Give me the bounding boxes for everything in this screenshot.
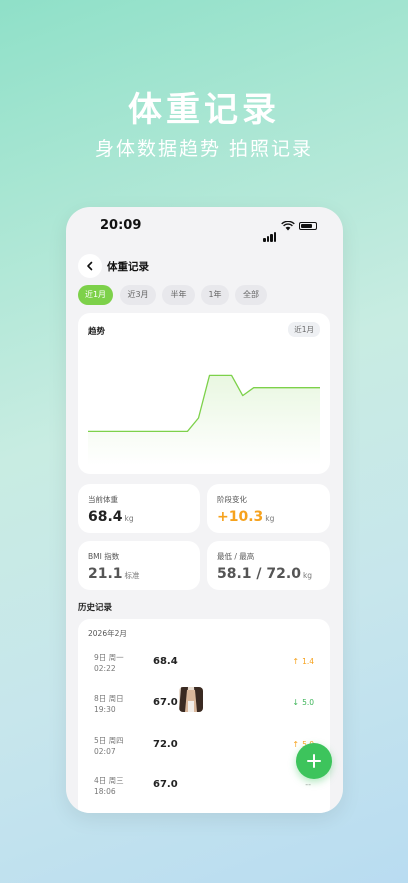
current-weight-value: 68.4 kg <box>88 509 134 525</box>
tab-half-year[interactable]: 半年 <box>162 285 195 305</box>
page-title: 体重记录 <box>107 261 149 273</box>
hero-subtitle: 身体数据趋势 拍照记录 <box>94 138 314 160</box>
signal-icon <box>263 223 277 242</box>
chevron-left-icon <box>87 261 93 271</box>
status-bar: 20:09 <box>66 207 343 245</box>
row-weight: 68.4 <box>153 656 178 667</box>
tab-1-year[interactable]: 1年 <box>201 285 229 305</box>
trend-card: 趋势 近1月 <box>78 313 330 474</box>
tab-3-months[interactable]: 近3月 <box>120 285 156 305</box>
history-row[interactable]: 5日 周四02:07 72.0 ↑5.0 <box>78 735 330 775</box>
trend-title: 趋势 <box>88 327 106 337</box>
bmi-value: 21.1 标准 <box>88 566 140 582</box>
row-date: 9日 周一 02:22 <box>94 653 124 673</box>
tab-all[interactable]: 全部 <box>235 285 267 305</box>
current-weight-label: 当前体重 <box>88 495 118 504</box>
photo-thumbnail[interactable] <box>179 687 203 712</box>
min-max-label: 最低 / 最高 <box>217 552 255 561</box>
trend-chart <box>88 374 320 465</box>
history-title: 历史记录 <box>78 603 113 613</box>
battery-icon <box>299 222 317 230</box>
bmi-card: BMI 指数 21.1 标准 <box>78 541 200 590</box>
row-date: 5日 周四 02:07 <box>94 736 124 756</box>
current-weight-card: 当前体重 68.4 kg <box>78 484 200 533</box>
wifi-icon <box>281 221 295 231</box>
hero-title: 体重记录 <box>128 90 280 130</box>
bmi-label: BMI 指数 <box>88 552 120 561</box>
row-weight: 67.0 <box>153 697 178 708</box>
status-time: 20:09 <box>100 218 142 233</box>
back-button[interactable] <box>78 254 102 278</box>
min-max-card: 最低 / 最高 58.1 / 72.0 kg <box>207 541 330 590</box>
plus-icon <box>307 754 321 768</box>
min-max-value: 58.1 / 72.0 kg <box>217 566 313 582</box>
trend-area <box>88 375 320 465</box>
tab-1-month[interactable]: 近1月 <box>78 285 113 305</box>
trend-period-badge[interactable]: 近1月 <box>288 322 320 337</box>
row-date: 4日 周三 18:06 <box>94 776 124 796</box>
history-row[interactable]: 4日 周三 18:06 67.0 -- <box>78 775 330 813</box>
row-change: ↑ 1.4 <box>292 657 314 666</box>
history-card: 2026年2月 9日 周一 02:22 68.4 ↑ 1.4 8日 周日 19:30 … <box>78 619 330 813</box>
history-row[interactable]: 8日 周日 19:30 67.0 ↓ 5.0 <box>78 687 330 733</box>
nav-bar: 体重记录 <box>66 252 343 282</box>
add-record-button[interactable] <box>296 743 332 779</box>
row-weight: 72.0 <box>153 739 178 750</box>
phone-frame: 20:09 体重记录 近1月 近3月 半年 1年 全部 趋势 近1月 当前体重 … <box>66 207 343 813</box>
stage-change-value: +10.3 kg <box>217 509 275 525</box>
history-row[interactable]: 9日 周一 02:22 68.4 ↑ 1.4 <box>78 652 330 692</box>
stage-change-label: 阶段变化 <box>217 495 247 504</box>
row-date: 8日 周日 19:30 <box>94 694 124 714</box>
row-change: ↓ 5.0 <box>292 698 314 707</box>
row-change: -- <box>305 780 311 789</box>
row-weight: 67.0 <box>153 779 178 790</box>
history-month: 2026年2月 <box>88 629 127 638</box>
stage-change-card: 阶段变化 +10.3 kg <box>207 484 330 533</box>
